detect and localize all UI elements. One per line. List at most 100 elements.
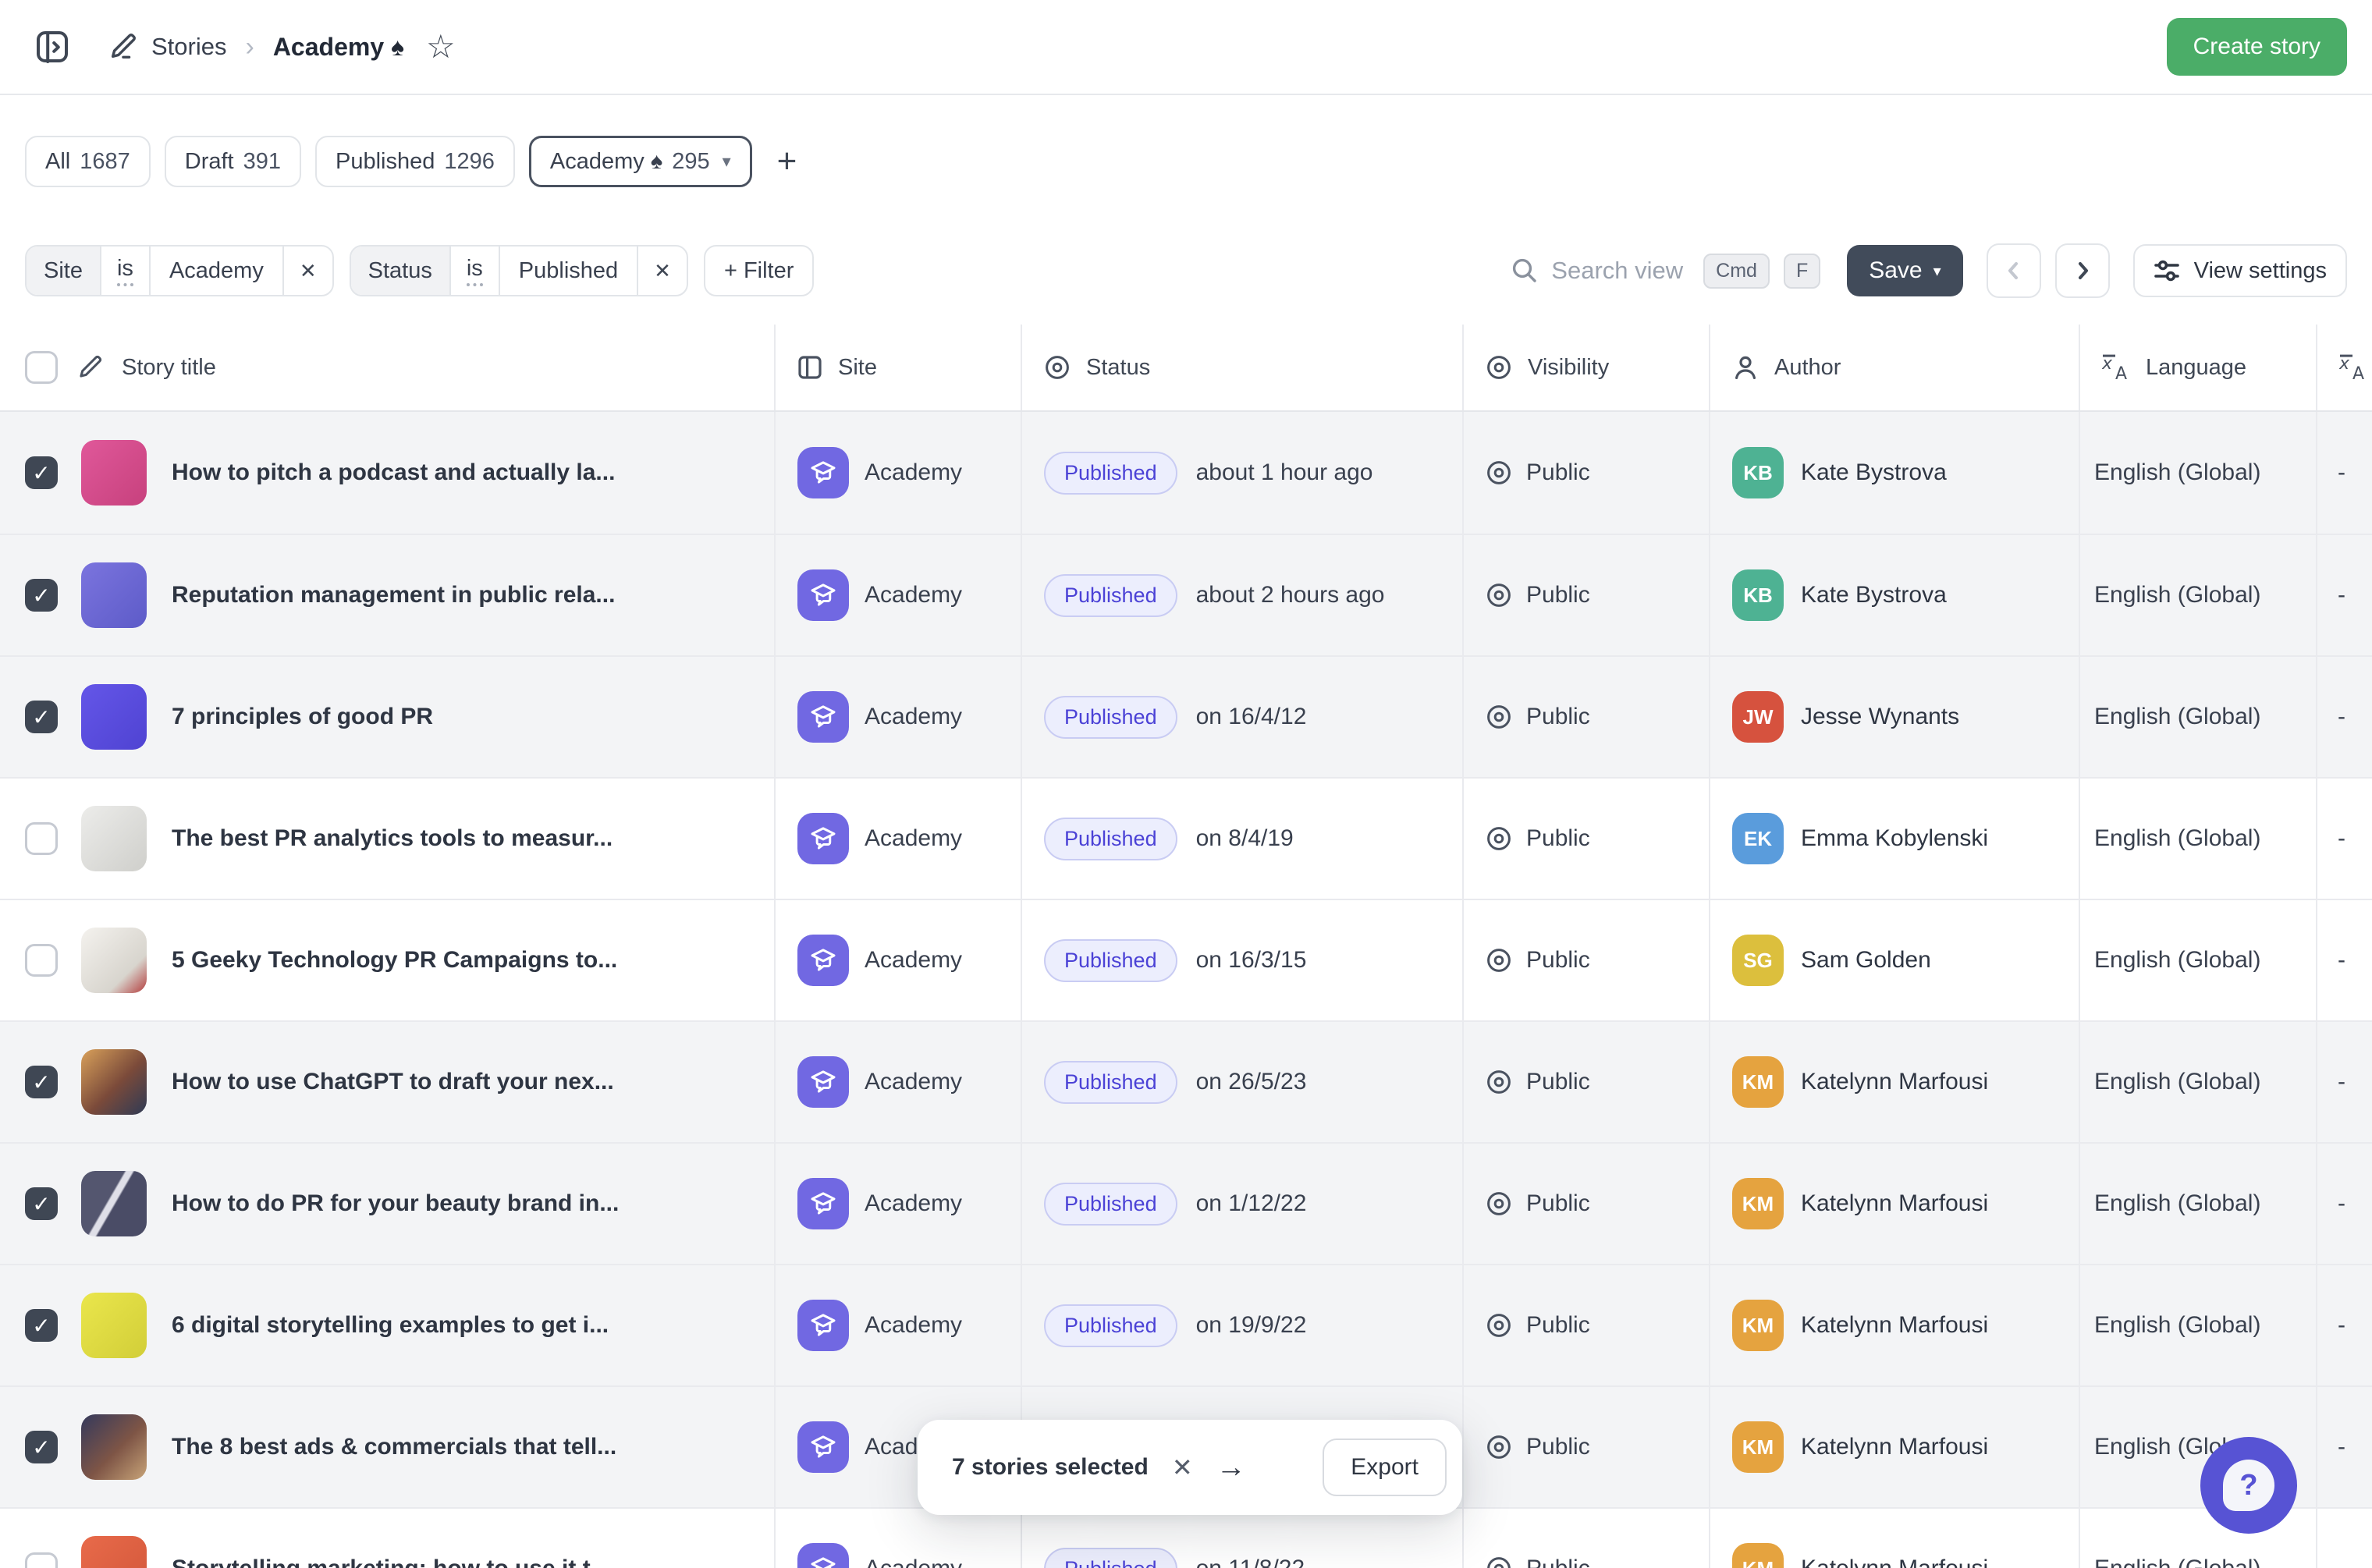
story-title[interactable]: 7 principles of good PR [172,704,433,730]
add-view-button[interactable]: + [777,144,797,179]
table-row[interactable]: How to pitch a podcast and actually la..… [0,412,2372,534]
table-row[interactable]: The best PR analytics tools to measur...… [0,777,2372,899]
breadcrumb: Stories [108,32,226,62]
row-checkbox[interactable] [25,579,58,612]
next-view-button[interactable] [2055,243,2110,298]
story-title[interactable]: Storytelling marketing: how to use it t.… [172,1556,610,1568]
table-header: Story title Site Status Visibility Autho… [0,325,2372,412]
row-checkbox[interactable] [25,1431,58,1463]
search-icon [1511,257,1539,285]
header-extra-language[interactable]: x A [2317,325,2372,410]
row-checkbox[interactable] [25,1187,58,1220]
filter-value[interactable]: Published [500,247,638,295]
row-checkbox[interactable] [25,1066,58,1098]
filter-chips: Site is Academy ✕ Status is Published ✕ … [25,245,814,296]
filter-field[interactable]: Status [351,247,451,295]
select-all-checkbox[interactable] [25,351,58,384]
view-settings-label: View settings [2194,258,2327,284]
visibility-disc-icon [1486,354,1512,381]
visibility-label: Public [1526,704,1590,730]
help-button[interactable]: ? [2200,1437,2297,1534]
breadcrumb-stories-link[interactable]: Stories [151,33,226,61]
author-cell: KM Katelynn Marfousi [1710,1265,2080,1385]
author-cell: SG Sam Golden [1710,900,2080,1020]
site-cell: Academy [776,535,1022,655]
header-author[interactable]: Author [1710,325,2080,410]
filter-bar-right: Search view Cmd F Save ▾ [1511,243,2347,298]
tab-academy-active[interactable]: Academy ♠ 295 ▾ [529,136,752,187]
table-row[interactable]: 7 principles of good PR Academy Publishe… [0,655,2372,777]
visibility-disc-icon [1486,582,1512,608]
row-checkbox[interactable] [25,822,58,855]
author-name: Katelynn Marfousi [1801,1190,1988,1217]
filter-operator[interactable]: is [451,247,500,295]
table-row[interactable]: Storytelling marketing: how to use it t.… [0,1507,2372,1568]
row-checkbox[interactable] [25,1552,58,1568]
row-checkbox[interactable] [25,701,58,733]
visibility-disc-icon [1486,947,1512,974]
close-icon[interactable]: ✕ [638,247,687,295]
sidebar-toggle-button[interactable] [34,29,70,65]
status-date: on 16/3/15 [1196,947,1307,974]
story-title-cell: How to do PR for your beauty brand in... [0,1144,776,1264]
filter-operator[interactable]: is [101,247,151,295]
story-title[interactable]: The 8 best ads & commercials that tell..… [172,1434,616,1460]
table-row[interactable]: Reputation management in public rela... … [0,534,2372,655]
header-site[interactable]: Site [776,325,1022,410]
tab-draft[interactable]: Draft 391 [165,136,301,187]
row-checkbox[interactable] [25,944,58,977]
header-story-title[interactable]: Story title [0,325,776,410]
story-title-cell: 7 principles of good PR [0,657,776,777]
svg-text:x: x [2339,354,2350,374]
story-title[interactable]: How to pitch a podcast and actually la..… [172,459,615,486]
favorite-star-icon[interactable]: ☆ [426,30,456,63]
author-cell: KB Kate Bystrova [1710,412,2080,534]
story-title[interactable]: How to use ChatGPT to draft your nex... [172,1069,614,1095]
story-title[interactable]: The best PR analytics tools to measur... [172,825,613,852]
extra-cell: - [2317,657,2372,777]
author-name: Katelynn Marfousi [1801,1556,1988,1568]
table-row[interactable]: How to do PR for your beauty brand in...… [0,1142,2372,1264]
filter-value[interactable]: Academy [151,247,284,295]
story-title[interactable]: How to do PR for your beauty brand in... [172,1190,619,1217]
prev-view-button[interactable] [1987,243,2041,298]
header-status[interactable]: Status [1022,325,1464,410]
view-settings-button[interactable]: View settings [2133,244,2347,297]
chevron-down-icon: ▾ [723,151,731,172]
row-checkbox[interactable] [25,456,58,489]
table-row[interactable]: 5 Geeky Technology PR Campaigns to... Ac… [0,899,2372,1020]
save-view-button[interactable]: Save ▾ [1847,245,1962,296]
visibility-disc-icon [1486,825,1512,852]
search-view-input[interactable]: Search view [1511,257,1683,285]
visibility-label: Public [1526,1556,1590,1568]
table-row[interactable]: How to use ChatGPT to draft your nex... … [0,1020,2372,1142]
story-title[interactable]: 5 Geeky Technology PR Campaigns to... [172,947,617,974]
extra-cell-value: - [2338,1434,2345,1460]
visibility-label: Public [1526,1069,1590,1095]
academy-site-icon [797,1056,849,1108]
table-row[interactable]: 6 digital storytelling examples to get i… [0,1264,2372,1385]
filter-bar: Site is Academy ✕ Status is Published ✕ … [25,243,2347,298]
close-icon[interactable]: ✕ [284,247,332,295]
row-checkbox[interactable] [25,1309,58,1342]
story-table-body: How to pitch a podcast and actually la..… [0,412,2372,1568]
tab-published[interactable]: Published 1296 [315,136,515,187]
filter-field[interactable]: Site [27,247,101,295]
header-language[interactable]: x A Language [2080,325,2317,410]
extra-cell: - [2317,900,2372,1020]
status-disc-icon [1044,354,1071,381]
export-button[interactable]: Export [1323,1439,1447,1496]
arrow-right-icon[interactable]: → [1216,1451,1246,1485]
site-label: Academy [865,582,962,608]
tab-all[interactable]: All 1687 [25,136,151,187]
status-date: on 11/8/22 [1196,1556,1305,1568]
story-title[interactable]: Reputation management in public rela... [172,582,615,608]
close-icon[interactable]: ✕ [1172,1453,1193,1482]
header-visibility[interactable]: Visibility [1464,325,1710,410]
add-filter-button[interactable]: + Filter [704,245,814,296]
stories-page: Stories › Academy ♠ ☆ Create story All 1… [0,0,2372,1568]
academy-site-icon [797,569,849,621]
story-title[interactable]: 6 digital storytelling examples to get i… [172,1312,609,1339]
create-story-button[interactable]: Create story [2167,18,2347,76]
story-title-cell: How to use ChatGPT to draft your nex... [0,1022,776,1142]
